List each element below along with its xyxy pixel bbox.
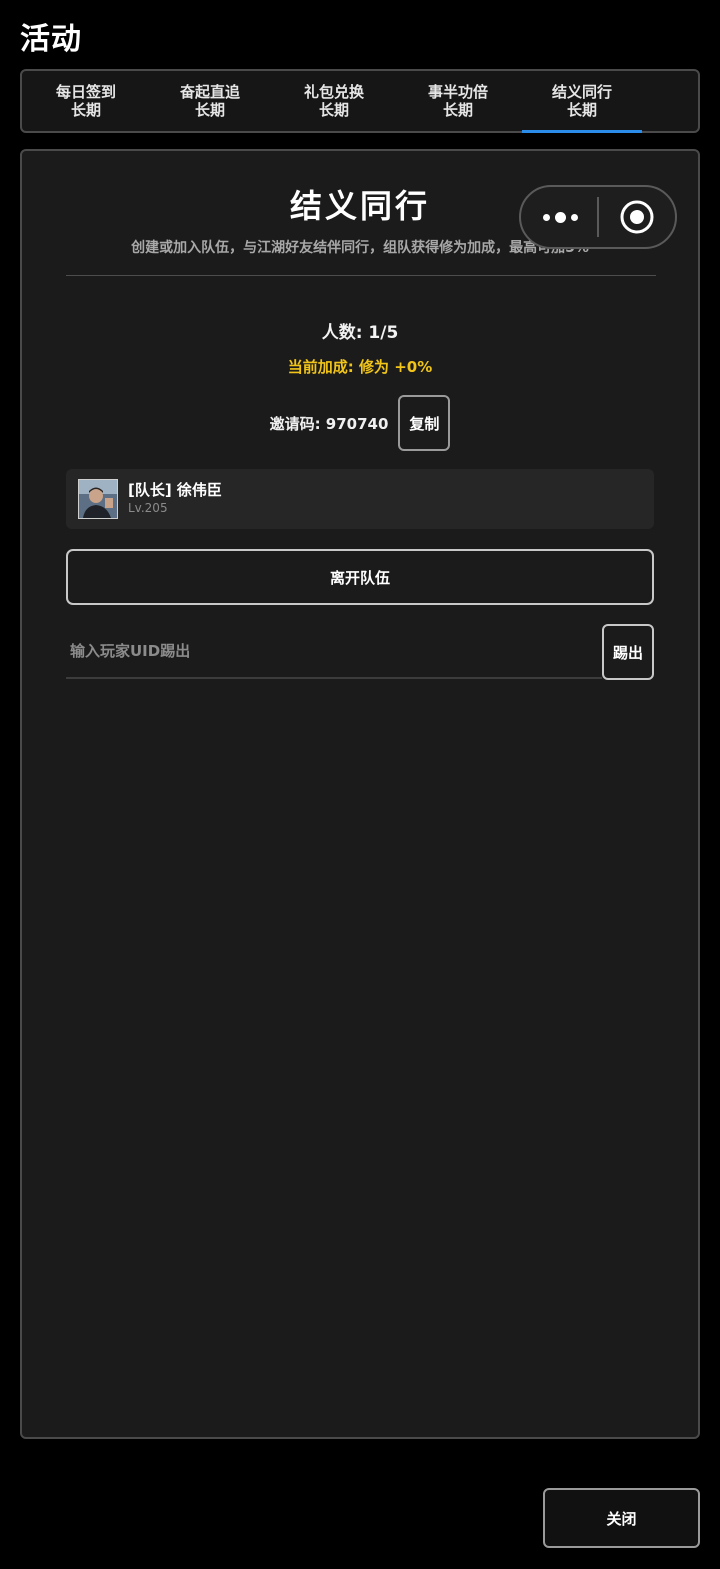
tab-label: 结义同行 [551,83,612,101]
close-button[interactable]: 关闭 [543,1488,700,1548]
avatar [78,479,118,519]
tab-label: 礼包兑换 [303,83,364,101]
tab-sublabel: 长期 [70,101,101,119]
tab-daily-checkin[interactable]: 每日签到 长期 [26,71,146,131]
tab-sublabel: 长期 [194,101,225,119]
capsule-separator [597,197,599,237]
member-level: Lv.205 [128,501,168,515]
tab-label: 事半功倍 [427,83,488,101]
tab-sublabel: 长期 [566,101,597,119]
target-icon[interactable] [620,200,654,234]
copy-button[interactable]: 复制 [398,395,451,451]
tab-bar: 每日签到 长期 奋起直追 长期 礼包兑换 长期 事半功倍 长期 结义同行 长期 [20,69,700,133]
tab-label: 奋起直追 [179,83,240,101]
activity-panel: 结义同行 创建或加入队伍，与江湖好友结伴同行，组队获得修为加成，最高可加5% 人… [20,149,700,1439]
miniprogram-capsule [519,185,677,249]
invite-code: 邀请码: 970740 [269,414,389,433]
tab-active-indicator [522,130,642,133]
members-count: 人数: 1/5 [321,323,399,343]
tab-label: 每日签到 [55,83,116,101]
tab-gift-redeem[interactable]: 礼包兑换 长期 [274,71,394,131]
page-title: 活动 [20,22,82,57]
member-card: [队长] 徐伟臣 Lv.205 [66,469,654,529]
tab-sublabel: 长期 [318,101,349,119]
current-bonus: 当前加成: 修为 +0% [287,358,433,376]
kick-button[interactable]: 踢出 [602,624,654,680]
tab-sworn-party[interactable]: 结义同行 长期 [522,71,642,133]
more-icon[interactable] [541,187,579,247]
tab-double-effect[interactable]: 事半功倍 长期 [398,71,518,131]
tab-catch-up[interactable]: 奋起直追 长期 [150,71,270,131]
kick-uid-input[interactable] [66,625,602,679]
member-name: [队长] 徐伟臣 [128,481,222,499]
leave-team-button[interactable]: 离开队伍 [66,549,654,605]
divider [66,275,656,276]
tab-sublabel: 长期 [442,101,473,119]
invite-row: 邀请码: 970740 复制 [22,395,698,451]
